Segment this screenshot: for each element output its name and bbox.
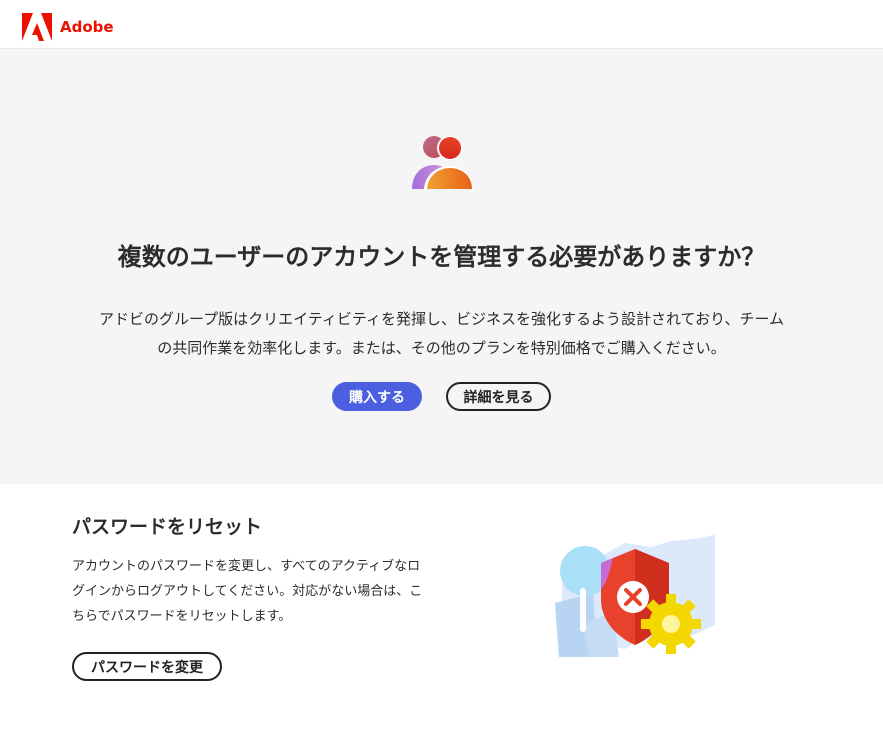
- hero-title: 複数のユーザーのアカウントを管理する必要がありますか？: [117, 243, 766, 271]
- team-plan-section: 複数のユーザーのアカウントを管理する必要がありますか？ アドビのグループ版はクリ…: [0, 49, 883, 484]
- users-icon: [412, 136, 473, 189]
- learn-more-button[interactable]: 詳細を見る: [446, 382, 551, 411]
- hero-description-line-1: アドビのグループ版はクリエイティビティを発揮し、ビジネスを強化するよう設計されて…: [98, 310, 785, 328]
- hero-description-line-2: の共同作業を効率化します。または、その他のプランを特別価格でご購入ください。: [157, 339, 726, 357]
- buy-button[interactable]: 購入する: [332, 382, 422, 411]
- hero-description: アドビのグループ版はクリエイティビティを発揮し、ビジネスを強化するよう設計されて…: [70, 305, 813, 363]
- password-reset-section: パスワードをリセット アカウントのパスワードを変更し、すべてのアクティブなログイ…: [0, 484, 883, 749]
- top-bar: Adobe: [0, 0, 883, 49]
- adobe-home-link[interactable]: Adobe: [22, 13, 114, 41]
- brand-name: Adobe: [60, 18, 114, 36]
- change-password-button[interactable]: パスワードを変更: [72, 652, 222, 681]
- reset-title: パスワードをリセット: [72, 516, 263, 538]
- security-shield-illustration: [555, 535, 715, 657]
- reset-description: アカウントのパスワードを変更し、すべてのアクティブなログインからログアウトしてく…: [72, 559, 423, 624]
- adobe-logo-icon: [22, 13, 52, 41]
